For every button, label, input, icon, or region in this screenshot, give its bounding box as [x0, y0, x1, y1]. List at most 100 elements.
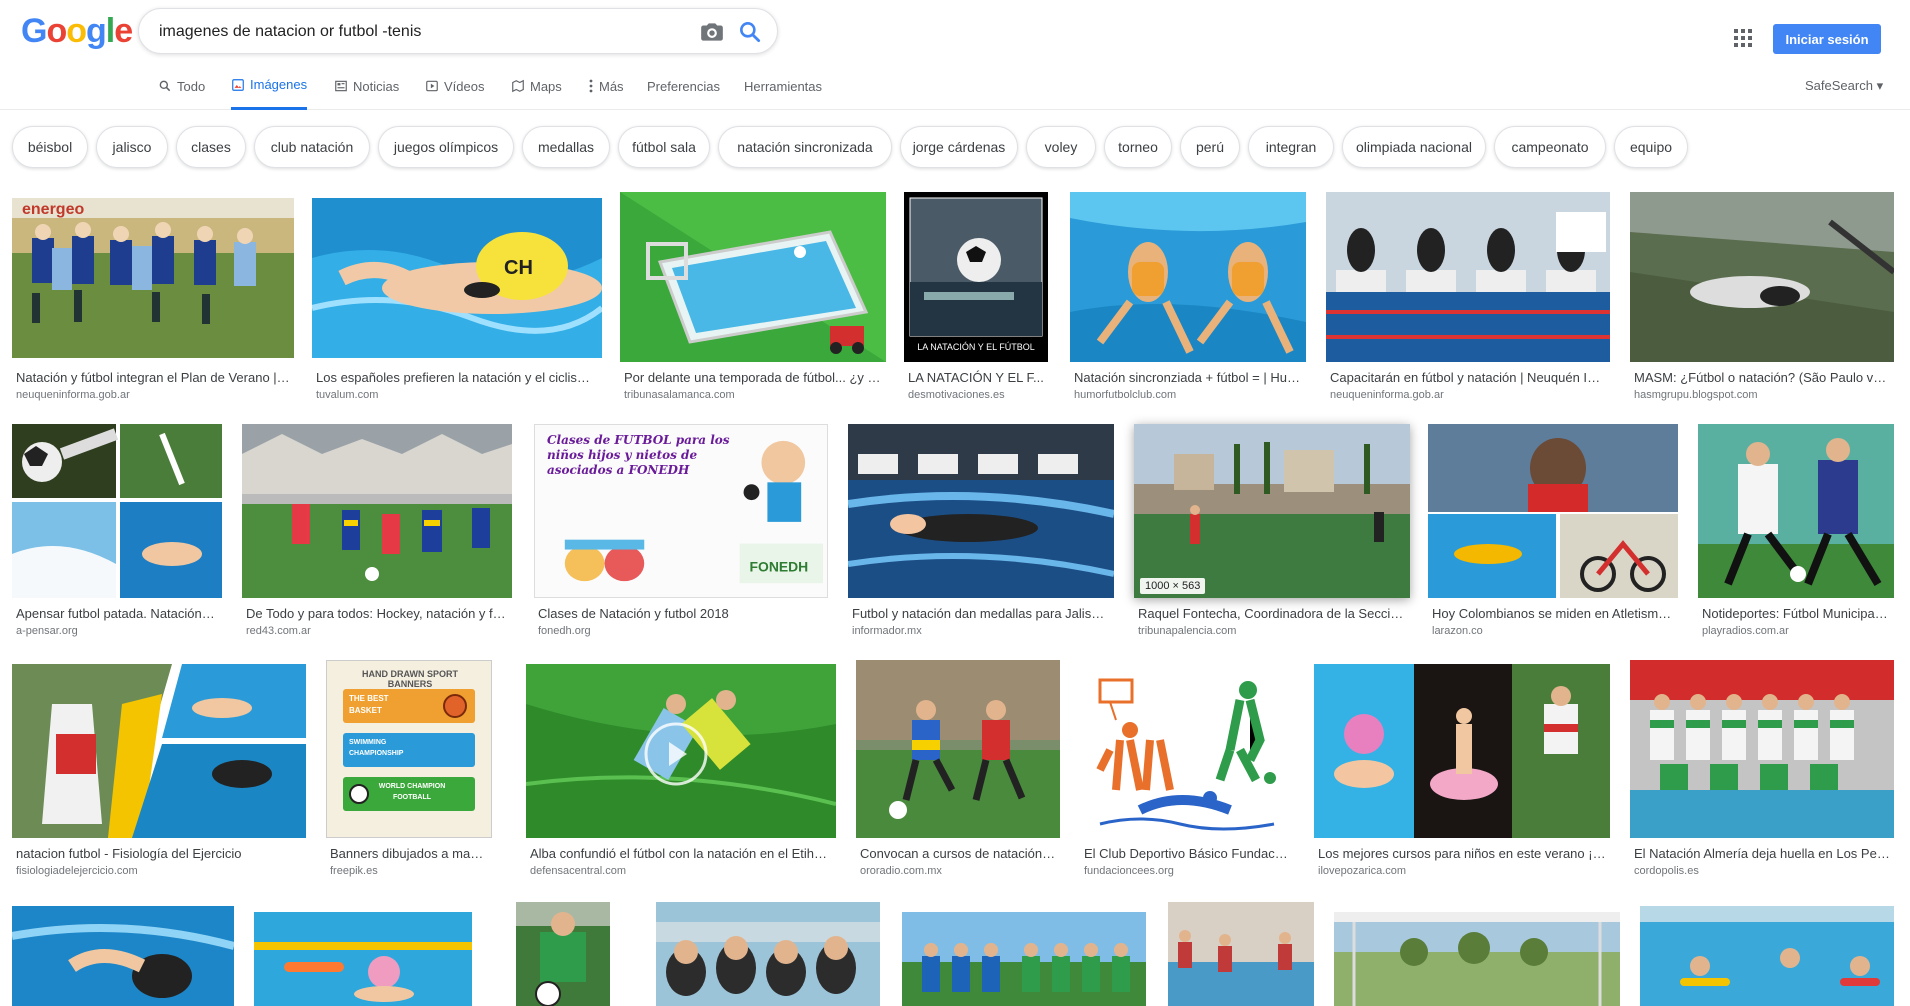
- image-result[interactable]: [656, 902, 880, 1006]
- chip[interactable]: voley: [1026, 126, 1096, 168]
- result-thumbnail[interactable]: [1630, 660, 1894, 838]
- result-thumbnail[interactable]: [1640, 906, 1894, 1006]
- result-thumbnail[interactable]: [848, 424, 1114, 598]
- image-result[interactable]: [254, 912, 472, 1006]
- tab-preferencias[interactable]: Preferencias: [647, 62, 720, 110]
- apps-grid-icon[interactable]: [1734, 29, 1752, 47]
- chip[interactable]: juegos olímpicos: [378, 126, 514, 168]
- result-thumbnail[interactable]: [1080, 660, 1294, 838]
- result-caption[interactable]: Capacitarán en fútbol y natación | Neuqu…: [1330, 370, 1606, 385]
- image-result[interactable]: Apensar futbol patada. Natación. ... a-p…: [12, 424, 222, 646]
- image-result[interactable]: natacion futbol - Fisiología del Ejercic…: [12, 664, 306, 886]
- image-result[interactable]: Alba confundió el fútbol con la natación…: [526, 664, 836, 886]
- result-thumbnail[interactable]: [12, 906, 234, 1006]
- result-thumbnail[interactable]: [1334, 912, 1620, 1006]
- result-thumbnail[interactable]: [526, 664, 836, 838]
- chip[interactable]: perú: [1180, 126, 1240, 168]
- signin-button[interactable]: Iniciar sesión: [1773, 24, 1881, 54]
- image-result[interactable]: De Todo y para todos: Hockey, natación y…: [242, 424, 512, 646]
- chip[interactable]: olimpiada nacional: [1342, 126, 1486, 168]
- search-icon[interactable]: [737, 19, 763, 45]
- result-thumbnail[interactable]: [1326, 192, 1610, 362]
- tab-todo[interactable]: Todo: [158, 62, 205, 110]
- result-thumbnail[interactable]: [12, 664, 306, 838]
- result-thumbnail[interactable]: [242, 424, 512, 598]
- image-result[interactable]: Notideportes: Fútbol Municipal,... playr…: [1698, 424, 1894, 646]
- result-thumbnail[interactable]: [12, 424, 222, 598]
- image-result[interactable]: energeo Natación y fútbol integran el Pl…: [12, 194, 294, 406]
- image-result[interactable]: Capacitarán en fútbol y natación | Neuqu…: [1326, 192, 1610, 406]
- result-caption[interactable]: Apensar futbol patada. Natación. ...: [16, 606, 218, 621]
- result-caption[interactable]: LA NATACIÓN Y EL F...: [908, 370, 1044, 385]
- tab-noticias[interactable]: Noticias: [334, 62, 399, 110]
- result-caption[interactable]: El Natación Almería deja huella en Los P…: [1634, 846, 1890, 861]
- result-caption[interactable]: Hoy Colombianos se miden en Atletismo,..…: [1432, 606, 1674, 621]
- chip[interactable]: jorge cárdenas: [900, 126, 1018, 168]
- tab-videos[interactable]: Vídeos: [425, 62, 484, 110]
- image-result[interactable]: El Natación Almería deja huella en Los P…: [1630, 660, 1894, 886]
- image-result[interactable]: Hoy Colombianos se miden en Atletismo,..…: [1428, 424, 1678, 646]
- chip[interactable]: equipo: [1614, 126, 1688, 168]
- result-caption[interactable]: Futbol y natación dan medallas para Jali…: [852, 606, 1110, 621]
- result-caption[interactable]: Por delante una temporada de fútbol... ¿…: [624, 370, 882, 385]
- result-thumbnail[interactable]: [1168, 902, 1314, 1006]
- result-caption[interactable]: Los españoles prefieren la natación y el…: [316, 370, 598, 385]
- result-caption[interactable]: Natación sincronziada + fútbol = | Hum..…: [1074, 370, 1302, 385]
- chip[interactable]: béisbol: [12, 126, 88, 168]
- result-caption[interactable]: Convocan a cursos de natación y...: [860, 846, 1056, 861]
- result-thumbnail[interactable]: [1314, 664, 1610, 838]
- image-result[interactable]: Natación sincronziada + fútbol = | Hum..…: [1070, 192, 1306, 406]
- image-result[interactable]: 1000 × 563 Raquel Fontecha, Coordinadora…: [1134, 424, 1410, 646]
- result-thumbnail[interactable]: [1070, 192, 1306, 362]
- chip[interactable]: club natación: [254, 126, 370, 168]
- result-thumbnail[interactable]: LA NATACIÓN Y EL FÚTBOL: [904, 192, 1048, 362]
- result-caption[interactable]: Banners dibujados a mano d...: [330, 846, 488, 861]
- google-logo[interactable]: Google: [21, 12, 133, 51]
- image-result[interactable]: LA NATACIÓN Y EL FÚTBOL LA NATACIÓN Y EL…: [904, 192, 1048, 406]
- image-result[interactable]: [1334, 912, 1620, 1006]
- result-thumbnail[interactable]: [620, 192, 886, 362]
- result-thumbnail[interactable]: [902, 912, 1146, 1006]
- result-caption[interactable]: Alba confundió el fútbol con la natación…: [530, 846, 832, 861]
- image-result[interactable]: CH Los españoles prefieren la natación y…: [312, 194, 602, 406]
- result-caption[interactable]: De Todo y para todos: Hockey, natación y…: [246, 606, 508, 621]
- image-result[interactable]: Futbol y natación dan medallas para Jali…: [848, 424, 1114, 646]
- tab-herramientas[interactable]: Herramientas: [744, 62, 822, 110]
- result-thumbnail[interactable]: [1428, 424, 1678, 598]
- chip[interactable]: campeonato: [1494, 126, 1606, 168]
- tab-maps[interactable]: Maps: [511, 62, 562, 110]
- result-caption[interactable]: natacion futbol - Fisiología del Ejercic…: [16, 846, 302, 861]
- image-result[interactable]: Convocan a cursos de natación y... orora…: [856, 660, 1060, 886]
- search-input[interactable]: [159, 21, 679, 43]
- image-result[interactable]: HAND DRAWN SPORT BANNERS THE BEST BASKET…: [326, 660, 492, 886]
- image-result[interactable]: Los mejores cursos para niños en este ve…: [1314, 664, 1610, 886]
- result-thumbnail[interactable]: HAND DRAWN SPORT BANNERS THE BEST BASKET…: [326, 660, 492, 838]
- result-thumbnail[interactable]: [516, 902, 610, 1006]
- result-caption[interactable]: Notideportes: Fútbol Municipal,...: [1702, 606, 1890, 621]
- result-thumbnail[interactable]: [1630, 192, 1894, 362]
- result-caption[interactable]: Clases de Natación y futbol 2018: [538, 606, 824, 621]
- result-thumbnail[interactable]: energeo: [12, 198, 294, 358]
- chip[interactable]: medallas: [522, 126, 610, 168]
- tab-imagenes[interactable]: Imágenes: [231, 62, 308, 110]
- image-result[interactable]: [1640, 906, 1894, 1006]
- image-result[interactable]: [516, 902, 610, 1006]
- result-thumbnail[interactable]: FONEDH Clases de FUTBOL para los niños h…: [534, 424, 828, 598]
- safesearch-menu[interactable]: SafeSearch ▾: [1805, 78, 1883, 94]
- image-result[interactable]: El Club Deportivo Básico Fundació... fun…: [1080, 660, 1294, 886]
- result-thumbnail[interactable]: [656, 902, 880, 1006]
- image-result[interactable]: [12, 906, 234, 1006]
- result-caption[interactable]: Los mejores cursos para niños en este ve…: [1318, 846, 1606, 861]
- image-result[interactable]: MASM: ¿Fútbol o natación? (São Paulo vs …: [1630, 192, 1894, 406]
- result-caption[interactable]: Raquel Fontecha, Coordinadora de la Secc…: [1138, 606, 1406, 621]
- result-thumbnail[interactable]: CH: [312, 198, 602, 358]
- image-result[interactable]: Por delante una temporada de fútbol... ¿…: [620, 192, 886, 406]
- camera-icon[interactable]: [699, 19, 725, 45]
- image-result[interactable]: FONEDH Clases de FUTBOL para los niños h…: [534, 424, 828, 646]
- chip[interactable]: torneo: [1104, 126, 1172, 168]
- result-thumbnail[interactable]: [1698, 424, 1894, 598]
- chip[interactable]: natación sincronizada: [718, 126, 892, 168]
- chip[interactable]: clases: [176, 126, 246, 168]
- image-result[interactable]: [1168, 902, 1314, 1006]
- result-caption[interactable]: MASM: ¿Fútbol o natación? (São Paulo vs …: [1634, 370, 1890, 385]
